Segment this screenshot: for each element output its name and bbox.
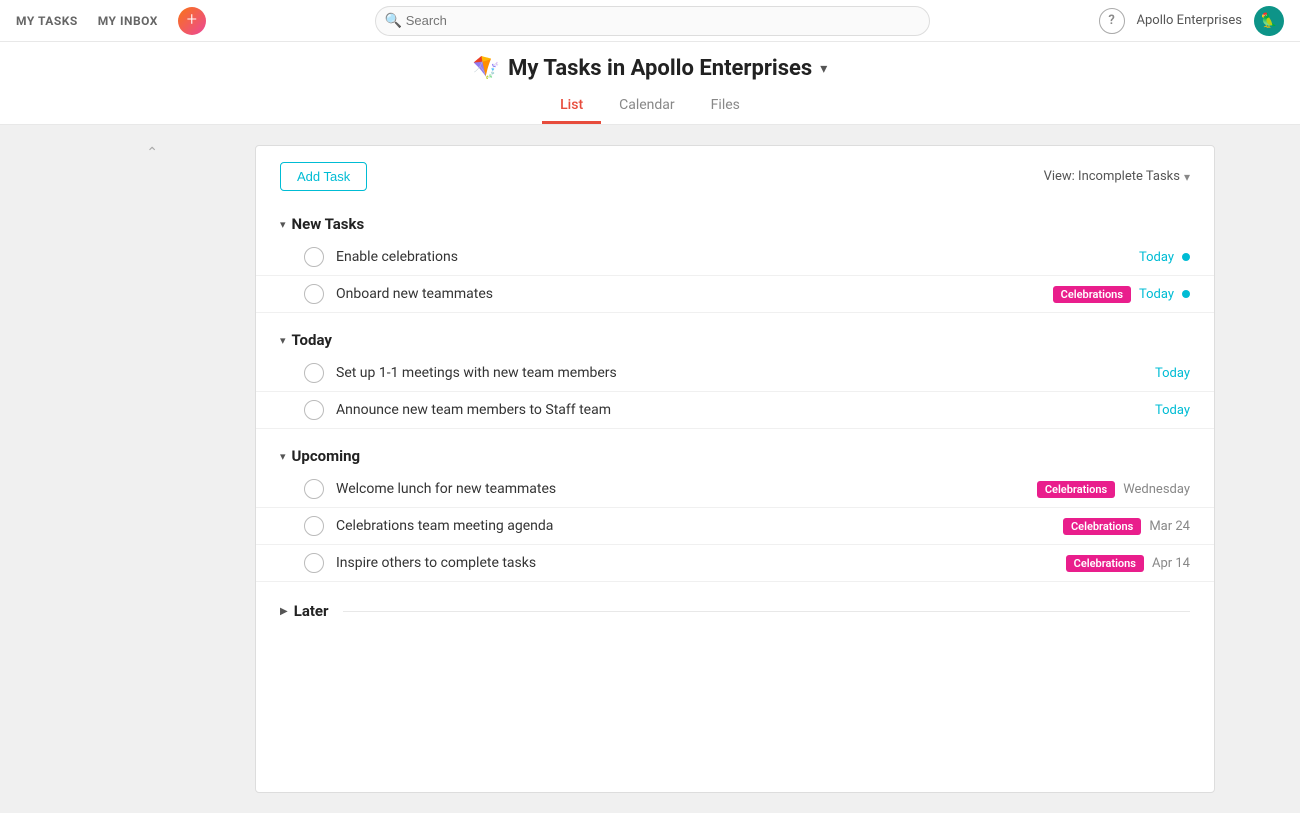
section-arrow-down: ▾ <box>280 334 286 347</box>
add-button[interactable]: + <box>178 7 206 35</box>
section-title-new-tasks: New Tasks <box>292 215 365 233</box>
section-today[interactable]: ▾ Today <box>256 323 1214 355</box>
task-checkbox[interactable] <box>304 479 324 499</box>
check-inner <box>309 558 319 568</box>
task-date: Mar 24 <box>1149 519 1190 534</box>
help-button[interactable]: ? <box>1099 8 1125 34</box>
top-nav: MY TASKS MY INBOX + 🔍 ? Apollo Enterpris… <box>0 0 1300 42</box>
task-tag: Celebrations <box>1053 286 1131 303</box>
avatar-icon: 🦜 <box>1260 13 1277 29</box>
org-name[interactable]: Apollo Enterprises <box>1137 13 1242 28</box>
task-dot <box>1182 290 1190 298</box>
section-title-today: Today <box>292 331 332 349</box>
view-label: View: Incomplete Tasks <box>1044 169 1180 184</box>
task-row[interactable]: Enable celebrations Today <box>256 239 1214 276</box>
check-inner <box>309 252 319 262</box>
collapse-icon[interactable]: ⌃ <box>146 145 158 161</box>
nav-my-inbox[interactable]: MY INBOX <box>98 14 158 28</box>
check-inner <box>309 368 319 378</box>
task-tag: Celebrations <box>1063 518 1141 535</box>
page-title-row: 🪁 My Tasks in Apollo Enterprises ▾ <box>0 56 1300 81</box>
task-date: Today <box>1155 366 1190 381</box>
task-meta: Celebrations Today <box>1053 286 1190 303</box>
task-date: Today <box>1139 250 1174 265</box>
search-bar: 🔍 <box>206 6 1099 36</box>
task-row[interactable]: Celebrations team meeting agenda Celebra… <box>256 508 1214 545</box>
task-meta: Celebrations Wednesday <box>1037 481 1190 498</box>
task-meta: Today <box>1155 366 1190 381</box>
task-name: Enable celebrations <box>336 249 1127 265</box>
question-mark-icon: ? <box>1108 13 1114 28</box>
nav-my-tasks[interactable]: MY TASKS <box>16 14 78 28</box>
view-selector[interactable]: View: Incomplete Tasks ▾ <box>1044 169 1190 184</box>
search-wrapper: 🔍 <box>375 6 930 36</box>
section-later[interactable]: ▶ Later <box>256 592 1214 630</box>
task-row[interactable]: Inspire others to complete tasks Celebra… <box>256 545 1214 582</box>
section-title-upcoming: Upcoming <box>292 447 361 465</box>
section-arrow-right: ▶ <box>280 606 288 617</box>
search-icon: 🔍 <box>385 13 402 29</box>
task-name: Onboard new teammates <box>336 286 1041 302</box>
page-title-chevron[interactable]: ▾ <box>820 61 827 77</box>
nav-left: MY TASKS MY INBOX + <box>16 7 206 35</box>
nav-right: ? Apollo Enterprises 🦜 <box>1099 6 1284 36</box>
chevron-down-icon: ▾ <box>1184 170 1190 184</box>
task-date: Wednesday <box>1123 482 1190 497</box>
task-tag: Celebrations <box>1037 481 1115 498</box>
task-row[interactable]: Set up 1-1 meetings with new team member… <box>256 355 1214 392</box>
task-date: Today <box>1139 287 1174 302</box>
task-checkbox[interactable] <box>304 400 324 420</box>
task-date: Today <box>1155 403 1190 418</box>
page-header: 🪁 My Tasks in Apollo Enterprises ▾ List … <box>0 42 1300 125</box>
tab-list[interactable]: List <box>542 91 601 124</box>
task-checkbox[interactable] <box>304 363 324 383</box>
check-inner <box>309 289 319 299</box>
task-tag: Celebrations <box>1066 555 1144 572</box>
task-row[interactable]: Welcome lunch for new teammates Celebrat… <box>256 471 1214 508</box>
task-checkbox[interactable] <box>304 284 324 304</box>
tab-calendar[interactable]: Calendar <box>601 91 693 124</box>
task-name: Celebrations team meeting agenda <box>336 518 1051 534</box>
avatar[interactable]: 🦜 <box>1254 6 1284 36</box>
later-divider <box>343 611 1190 612</box>
tab-files[interactable]: Files <box>693 91 758 124</box>
task-row[interactable]: Announce new team members to Staff team … <box>256 392 1214 429</box>
section-upcoming[interactable]: ▾ Upcoming <box>256 439 1214 471</box>
task-date: Apr 14 <box>1152 556 1190 571</box>
task-name: Inspire others to complete tasks <box>336 555 1054 571</box>
task-checkbox[interactable] <box>304 516 324 536</box>
task-checkbox[interactable] <box>304 247 324 267</box>
section-arrow-down: ▾ <box>280 218 286 231</box>
content-area: Add Task View: Incomplete Tasks ▾ ▾ New … <box>170 125 1300 813</box>
task-row[interactable]: Onboard new teammates Celebrations Today <box>256 276 1214 313</box>
task-meta: Celebrations Mar 24 <box>1063 518 1190 535</box>
add-task-button[interactable]: Add Task <box>280 162 367 191</box>
section-title-later: Later <box>294 602 329 620</box>
task-name: Set up 1-1 meetings with new team member… <box>336 365 1143 381</box>
task-name: Welcome lunch for new teammates <box>336 481 1025 497</box>
task-meta: Today <box>1155 403 1190 418</box>
search-input[interactable] <box>375 6 930 36</box>
toolbar-row: Add Task View: Incomplete Tasks ▾ <box>256 162 1214 207</box>
page-tabs: List Calendar Files <box>0 91 1300 124</box>
check-inner <box>309 405 319 415</box>
sidebar-col: ⌃ <box>0 125 170 813</box>
task-meta: Today <box>1139 250 1190 265</box>
section-new-tasks[interactable]: ▾ New Tasks <box>256 207 1214 239</box>
page-title-icon: 🪁 <box>473 56 500 81</box>
section-arrow-down: ▾ <box>280 450 286 463</box>
page-title: My Tasks in Apollo Enterprises <box>508 56 812 81</box>
task-panel: Add Task View: Incomplete Tasks ▾ ▾ New … <box>255 145 1215 793</box>
task-dot <box>1182 253 1190 261</box>
check-inner <box>309 521 319 531</box>
main-layout: ⌃ Add Task View: Incomplete Tasks ▾ ▾ Ne… <box>0 125 1300 813</box>
plus-icon: + <box>187 11 197 29</box>
task-checkbox[interactable] <box>304 553 324 573</box>
task-name: Announce new team members to Staff team <box>336 402 1143 418</box>
check-inner <box>309 484 319 494</box>
task-meta: Celebrations Apr 14 <box>1066 555 1190 572</box>
